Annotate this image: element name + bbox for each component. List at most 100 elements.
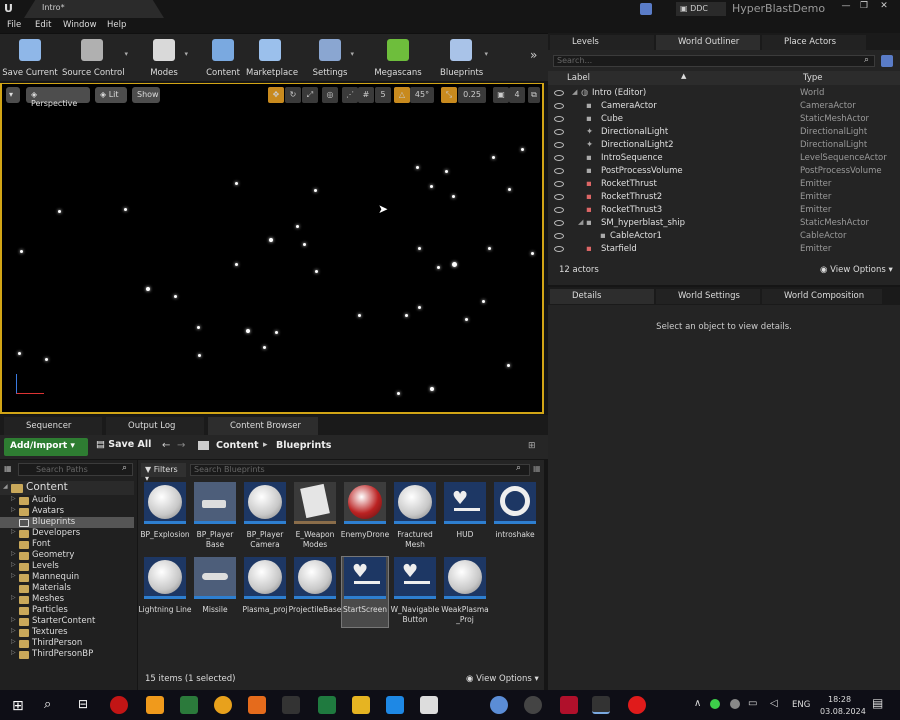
scale-snap-icon[interactable]: ⤡ — [441, 87, 457, 103]
breadcrumb-content[interactable]: Content — [216, 440, 259, 451]
rotate-icon[interactable]: ↻ — [285, 87, 301, 103]
modes-button[interactable]: Modes ▾ — [146, 36, 188, 80]
tab-details[interactable]: Details — [550, 289, 654, 304]
eye-icon[interactable] — [554, 129, 564, 135]
chrome-icon[interactable] — [214, 696, 232, 714]
outliner-row[interactable]: ▪ RocketThrust2 Emitter — [548, 192, 900, 204]
tab-place-actors[interactable]: Place Actors — [762, 35, 866, 50]
eye-icon[interactable] — [554, 181, 564, 187]
chevron-down-icon[interactable]: ▾ — [350, 50, 354, 58]
eye-icon[interactable] — [554, 233, 564, 239]
chevron-down-icon[interactable]: ▾ — [184, 50, 188, 58]
forward-arrow-icon[interactable]: → — [177, 440, 185, 451]
search-icon[interactable]: ⌕ — [44, 697, 51, 712]
eye-icon[interactable] — [554, 155, 564, 161]
col-label[interactable]: Label — [567, 73, 590, 83]
menu-window[interactable]: Window — [63, 20, 97, 30]
search-paths-input[interactable]: Search Paths — [18, 463, 133, 476]
eye-icon[interactable] — [554, 142, 564, 148]
eye-icon[interactable] — [554, 116, 564, 122]
megascans-button[interactable]: Megascans — [374, 36, 422, 80]
tab-world-outliner[interactable]: World Outliner — [656, 35, 760, 50]
outliner-row[interactable]: ▪ RocketThrust Emitter — [548, 179, 900, 191]
record-icon[interactable] — [628, 696, 646, 714]
scale-icon[interactable]: ⤢ — [302, 87, 318, 103]
menu-help[interactable]: Help — [107, 20, 126, 30]
tree-item-font[interactable]: Font — [0, 539, 134, 550]
chevron-right-icon[interactable]: ▷ — [11, 528, 16, 535]
source-control-button[interactable]: Source Control ▾ — [62, 36, 128, 80]
eye-icon[interactable] — [554, 90, 564, 96]
volume-icon[interactable]: ◁ — [770, 698, 778, 709]
chevron-down-icon[interactable]: ▾ — [124, 50, 128, 58]
asset-tile[interactable]: BP_Explosion — [140, 482, 190, 550]
chevron-right-icon[interactable]: ▷ — [11, 649, 16, 656]
tree-item-thirdperson[interactable]: ▷ ThirdPerson — [0, 638, 134, 649]
outliner-row[interactable]: ▪ Cube StaticMeshActor — [548, 114, 900, 126]
chevron-right-icon[interactable]: ▷ — [11, 550, 16, 557]
tree-item-levels[interactable]: ▷ Levels — [0, 561, 134, 572]
lit-button[interactable]: ◈ Lit — [95, 87, 127, 103]
sort-ascending-icon[interactable]: ▲ — [681, 72, 686, 80]
translate-icon[interactable]: ✥ — [268, 87, 284, 103]
outliner-row[interactable]: ▪ IntroSequence LevelSequenceActor — [548, 153, 900, 165]
tab-sequencer[interactable]: Sequencer — [4, 417, 102, 435]
tree-item-content[interactable]: ◢ Content — [0, 481, 134, 495]
tree-item-thirdpersonbp[interactable]: ▷ ThirdPersonBP — [0, 649, 134, 660]
outliner-row[interactable]: ▪ RocketThrust3 Emitter — [548, 205, 900, 217]
network-icon[interactable]: ▭ — [748, 698, 757, 709]
asset-tile[interactable]: ♥ HUD — [442, 482, 488, 550]
outliner-row[interactable]: ◢ ◍ Intro (Editor) World — [548, 88, 900, 100]
eye-icon[interactable] — [554, 168, 564, 174]
col-type[interactable]: Type — [803, 73, 823, 83]
level-tab[interactable]: Intro* — [24, 0, 164, 18]
asset-tile[interactable]: EnemyDrone — [341, 482, 389, 550]
fl-studio-icon[interactable] — [248, 696, 266, 714]
tree-item-geometry[interactable]: ▷ Geometry — [0, 550, 134, 561]
vscode-icon[interactable] — [386, 696, 404, 714]
world-icon[interactable]: ◎ — [322, 87, 338, 103]
notifications-icon[interactable]: ▤ — [872, 696, 883, 710]
bolt-icon[interactable] — [282, 696, 300, 714]
chevron-down-icon[interactable]: ◢ — [578, 218, 583, 226]
breadcrumb-blueprints[interactable]: Blueprints — [276, 440, 331, 451]
tree-item-developers[interactable]: ▷ Developers — [0, 528, 134, 539]
eye-icon[interactable] — [554, 103, 564, 109]
asset-tile[interactable]: ProjectileBase — [289, 557, 341, 625]
grid-snap-icon[interactable]: # — [358, 87, 374, 103]
app-icon[interactable] — [420, 696, 438, 714]
tree-item-avatars[interactable]: ▷ Avatars — [0, 506, 134, 517]
camera-speed-icon[interactable]: ▣ — [493, 87, 509, 103]
save-search-icon[interactable]: ▦ — [533, 464, 541, 473]
asset-tile[interactable]: Plasma_proj — [242, 557, 288, 625]
chevron-right-icon[interactable]: ▷ — [11, 638, 16, 645]
close-icon[interactable]: ✕ — [878, 1, 890, 13]
toolbar-overflow-icon[interactable]: » — [530, 48, 537, 62]
app-icon[interactable] — [180, 696, 198, 714]
tab-output-log[interactable]: Output Log — [106, 417, 204, 435]
chevron-right-icon[interactable]: ▷ — [11, 506, 16, 513]
opera-icon[interactable] — [110, 696, 128, 714]
clock-time[interactable]: 18:28 — [828, 695, 851, 704]
outliner-row[interactable]: ▪ PostProcessVolume PostProcessVolume — [548, 166, 900, 178]
asset-tile[interactable]: Missile — [192, 557, 238, 625]
asset-tile[interactable]: E_Weapon Modes — [292, 482, 338, 550]
app-icon[interactable] — [490, 696, 508, 714]
angle-value[interactable]: 45° — [410, 87, 434, 103]
tree-item-audio[interactable]: ▷ Audio — [0, 495, 134, 506]
marketplace-button[interactable]: Marketplace — [246, 36, 298, 80]
chevron-down-icon[interactable]: ◢ — [572, 88, 577, 96]
tree-item-startercontent[interactable]: ▷ StarterContent — [0, 616, 134, 627]
tree-item-meshes[interactable]: ▷ Meshes — [0, 594, 134, 605]
minimize-icon[interactable]: — — [840, 1, 852, 13]
maximize-icon[interactable]: ❐ — [858, 1, 870, 13]
chevron-down-icon[interactable]: ◢ — [3, 483, 8, 490]
tab-levels[interactable]: Levels — [550, 35, 654, 50]
asset-tile[interactable]: Fractured Mesh — [392, 482, 438, 550]
settings-button[interactable]: Settings ▾ — [312, 36, 354, 80]
chevron-right-icon[interactable]: ▷ — [11, 572, 16, 579]
tray-chevron-icon[interactable]: ∧ — [694, 698, 701, 709]
blender-icon[interactable] — [146, 696, 164, 714]
asset-tile[interactable]: Lightning Line — [138, 557, 192, 625]
app-icon[interactable] — [524, 696, 542, 714]
